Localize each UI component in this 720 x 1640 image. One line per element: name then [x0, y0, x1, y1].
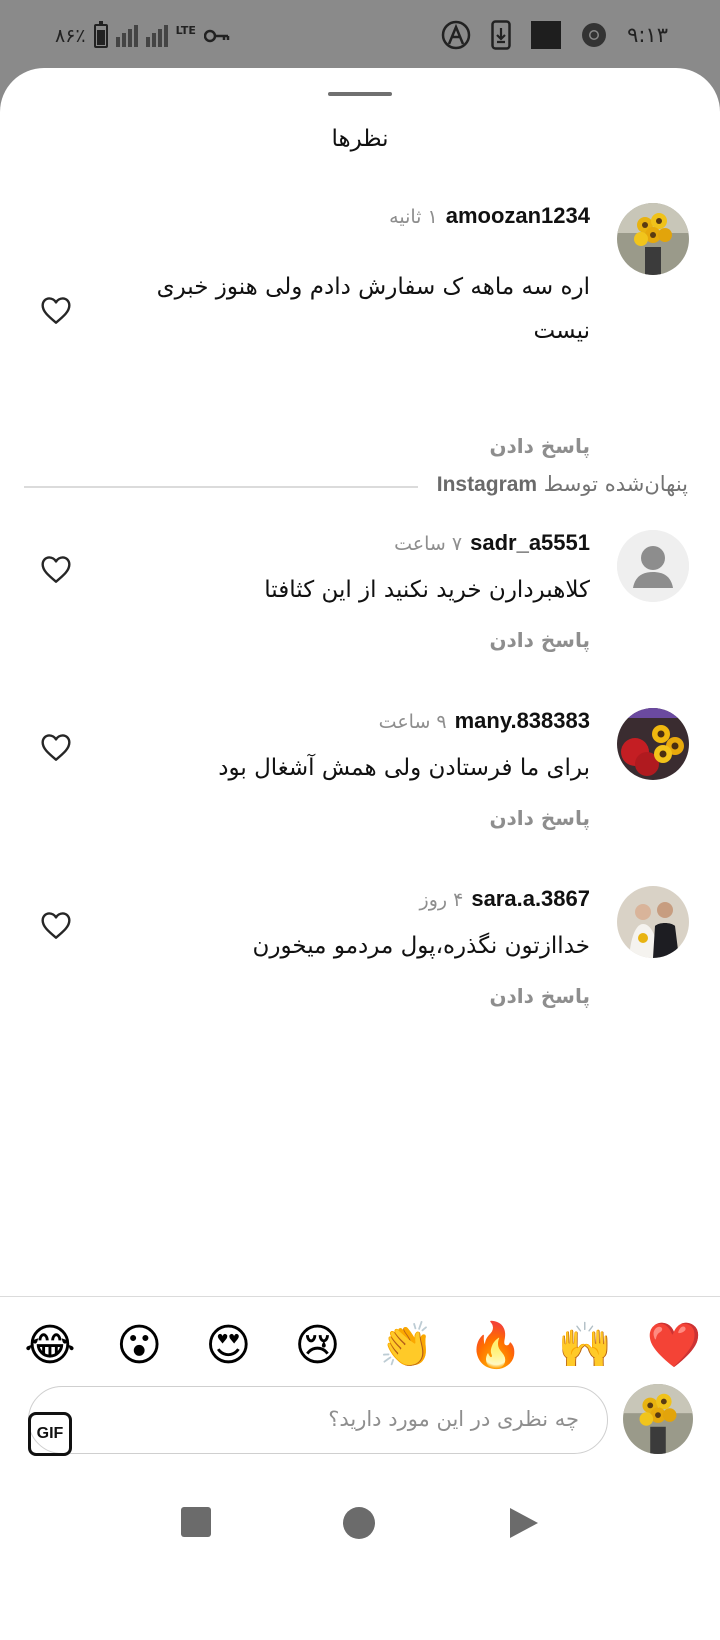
comment-text-line: خداازتون نگذره،پول مردمو میخورن: [252, 933, 590, 959]
comment-text: کلاهبردارن خرید نکنید از این کثافتا: [264, 568, 590, 612]
composer-divider: [0, 1296, 720, 1297]
hidden-notice-brand: Instagram: [436, 473, 538, 496]
comment-text: اره سه ماهه ک سفارش دادم ولی هنوز خبری ن…: [157, 265, 590, 353]
reply-button[interactable]: پاسخ دادن: [489, 806, 590, 830]
app-notification-icon: [531, 21, 562, 49]
comment-composer: چه نظری در این مورد دارید؟ GIF: [0, 1384, 720, 1462]
like-heart-icon[interactable]: [40, 295, 72, 325]
like-heart-icon[interactable]: [40, 910, 72, 940]
like-heart-icon[interactable]: [40, 732, 72, 762]
my-avatar: [623, 1384, 693, 1454]
comment-time: ۹ ساعت: [378, 711, 447, 733]
comment-header: amoozan1234 ۱ ثانیه: [389, 203, 590, 229]
status-bar: ۸۶٪ LTE ۹:۱۳: [0, 0, 720, 68]
comment-header: many.838383 ۹ ساعت: [379, 708, 590, 734]
sheet-title: نظرها: [331, 126, 389, 152]
reply-button[interactable]: پاسخ دادن: [489, 434, 590, 458]
commenter-avatar[interactable]: [617, 708, 689, 780]
status-right: ۹:۱۳: [441, 20, 668, 50]
chrome-icon: [582, 23, 607, 47]
battery-icon: [93, 21, 108, 48]
username[interactable]: amoozan1234: [446, 203, 590, 229]
username[interactable]: many.838383: [455, 708, 590, 734]
gif-button[interactable]: GIF: [28, 1400, 74, 1456]
emoji-fire[interactable]: 🔥: [468, 1318, 524, 1374]
emoji-clapping[interactable]: 👏: [379, 1318, 435, 1374]
comment-text-line: نیست: [533, 318, 590, 344]
drag-handle[interactable]: [328, 92, 392, 96]
emoji-crying[interactable]: 😢: [289, 1318, 345, 1374]
signal-icon: [115, 25, 138, 47]
hidden-notice-text[interactable]: پنهان‌شده توسط Instagram: [437, 472, 688, 497]
reply-button[interactable]: پاسخ دادن: [489, 984, 590, 1008]
commenter-avatar[interactable]: [617, 886, 689, 958]
emoji-quick-bar: 😂 😮 😍 😢 👏 🔥 🙌 ❤️: [22, 1318, 702, 1374]
comment-input-placeholder: چه نظری در این مورد دارید؟: [328, 1407, 579, 1431]
comment-input[interactable]: چه نظری در این مورد دارید؟: [28, 1386, 608, 1454]
comments-sheet: نظرها amoozan1234 ۱ ثانیه اره سه ماهه ک …: [0, 68, 720, 1640]
key-icon: [203, 29, 230, 43]
home-icon[interactable]: [342, 1506, 376, 1540]
divider-line: [24, 486, 418, 488]
emoji-red-heart[interactable]: ❤️: [646, 1318, 702, 1374]
emoji-laughing-tears[interactable]: 😂: [22, 1318, 78, 1374]
comment-text: خداازتون نگذره،پول مردمو میخورن: [253, 924, 590, 968]
comment-time: ۷ ساعت: [394, 533, 463, 555]
system-nav-bar: [0, 1484, 720, 1572]
comment-text: برای ما فرستادن ولی همش آشغال بود: [218, 746, 590, 790]
comment-time: ۴ روز: [419, 889, 464, 911]
recents-icon[interactable]: [180, 1506, 212, 1538]
battery-percent: ۸۶٪: [55, 25, 86, 47]
emoji-raised-hands[interactable]: 🙌: [557, 1318, 613, 1374]
back-icon[interactable]: [508, 1506, 540, 1540]
signal-icon-2: [145, 25, 168, 47]
clock: ۹:۱۳: [627, 23, 668, 47]
comment-text-line: برای ما فرستادن ولی همش آشغال بود: [218, 755, 590, 781]
hidden-comments-notice[interactable]: پنهان‌شده توسط Instagram: [0, 466, 720, 506]
comment-text-line: اره سه ماهه ک سفارش دادم ولی هنوز خبری: [156, 274, 590, 300]
username[interactable]: sadr_a5551: [470, 530, 590, 556]
like-heart-icon[interactable]: [40, 554, 72, 584]
comment-header: sara.a.3867 ۴ روز: [420, 886, 590, 912]
emoji-surprised[interactable]: 😮: [111, 1318, 167, 1374]
network-type: LTE: [175, 24, 196, 37]
gif-icon: GIF: [28, 1412, 72, 1456]
emoji-heart-eyes[interactable]: 😍: [200, 1318, 256, 1374]
commenter-avatar[interactable]: [617, 530, 689, 602]
status-left: ۸۶٪ LTE: [55, 21, 230, 48]
reply-button[interactable]: پاسخ دادن: [489, 628, 590, 652]
commenter-avatar[interactable]: [617, 203, 689, 275]
comment-header: sadr_a5551 ۷ ساعت: [394, 530, 590, 556]
hidden-notice-prefix: پنهان‌شده توسط: [543, 472, 688, 496]
vpn-icon: [441, 20, 471, 50]
username[interactable]: sara.a.3867: [471, 886, 590, 912]
comment-text-line: کلاهبردارن خرید نکنید از این کثافتا: [264, 577, 590, 603]
comment-time: ۱ ثانیه: [389, 206, 438, 228]
download-icon: [491, 20, 511, 50]
